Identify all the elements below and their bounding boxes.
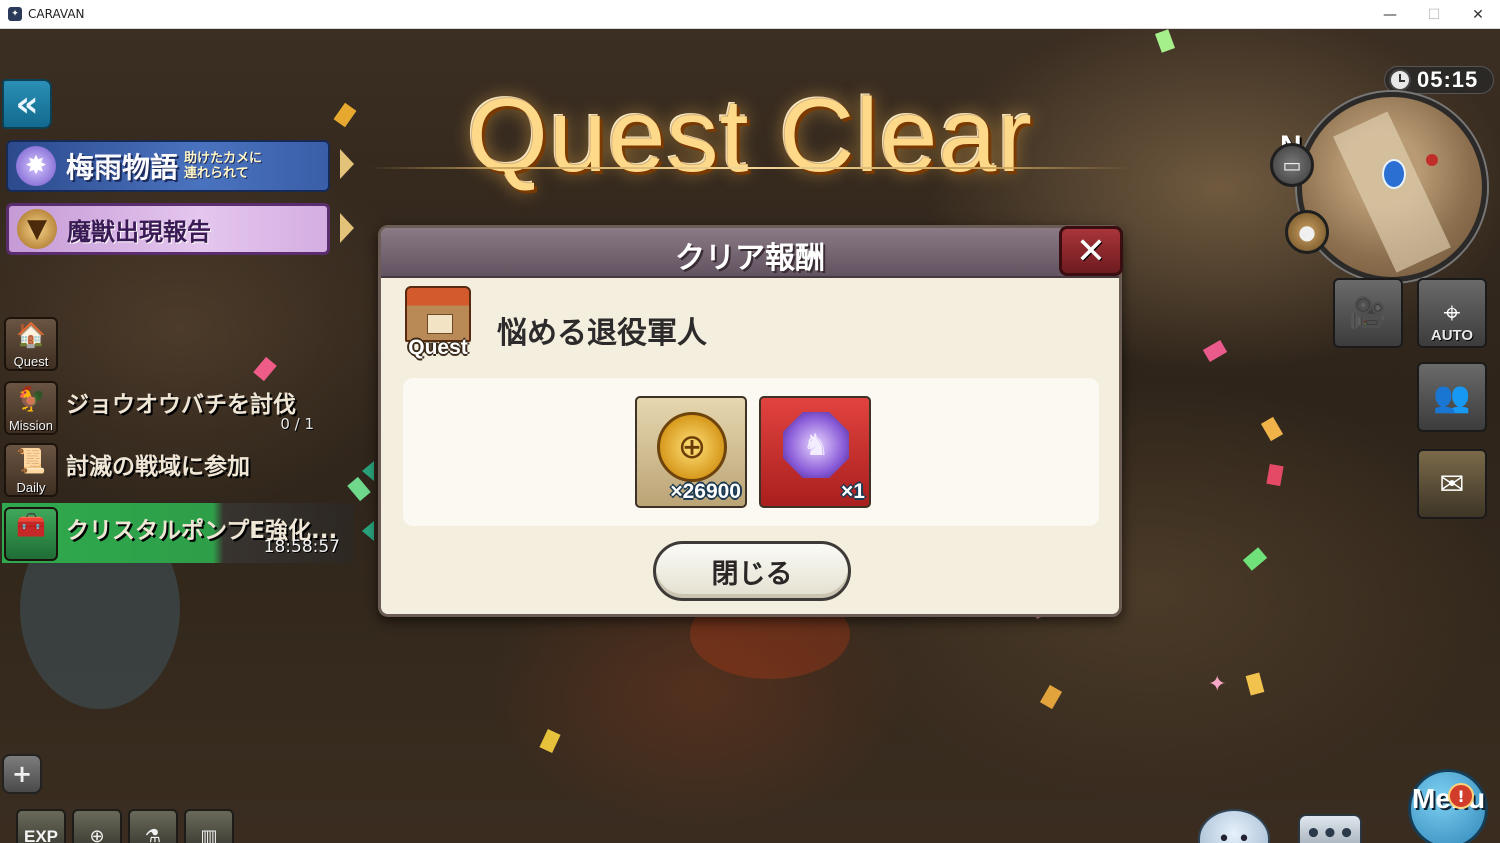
dialog-header: クリア報酬: [381, 228, 1119, 278]
character-button[interactable]: ●: [1285, 210, 1329, 254]
gold-coin-icon: ⊕: [657, 412, 727, 482]
map-toggle-button[interactable]: ▭: [1270, 143, 1314, 187]
chevron-right-icon[interactable]: [340, 213, 356, 243]
quest-row-daily[interactable]: 📜 Daily 討滅の戦域に参加: [2, 439, 354, 499]
quest-icon: 🏠 Quest: [4, 317, 58, 371]
daily-icon: 📜 Daily: [4, 443, 58, 497]
quest-marker-icon: [362, 521, 374, 541]
confetti-piece: [1260, 416, 1284, 442]
potion-icon: ⚗: [144, 826, 162, 843]
title-divider: [370, 167, 1130, 169]
minimap-road: [1333, 111, 1451, 273]
quest-progress: 0 / 1: [280, 415, 314, 433]
emote-button[interactable]: • •: [1198, 809, 1270, 843]
window-title: CARAVAN: [28, 7, 85, 21]
potion-button[interactable]: ⚗: [128, 809, 178, 843]
confetti-piece: [1242, 547, 1268, 571]
exp-label: EXP: [23, 827, 59, 843]
house-icon: 🏠: [16, 321, 46, 349]
quest-name: 悩める退役軍人: [497, 316, 707, 351]
quest-timer: 18:58:57: [263, 537, 340, 557]
house-icon: [405, 286, 471, 342]
confetti-piece: [539, 728, 561, 754]
game-viewport: ✦ ✦ ✦ « ✸ 梅雨物語 助けたカメに 連れられて ▼ 魔獣出現報告 🏠 Q…: [0, 29, 1500, 843]
fox-mask-icon: ▼: [17, 209, 57, 249]
chest-icon: 🧰: [4, 507, 58, 561]
bird-icon: 🐓: [16, 385, 46, 413]
reward-list: ⊕ ×26900 ♞ ×1: [403, 378, 1099, 526]
confetti-piece: [1155, 29, 1175, 53]
timer-text: 05:15: [1417, 67, 1479, 92]
confetti-piece: [1266, 463, 1284, 487]
sparkle: ✦: [1208, 672, 1227, 697]
scroll-icon: 📜: [16, 447, 46, 475]
cage-icon: ▥: [200, 826, 218, 843]
crystal-icon: ♞: [783, 412, 849, 478]
confetti-piece: [1202, 339, 1228, 363]
exp-button[interactable]: EXP: [16, 809, 66, 843]
close-button[interactable]: 閉じる: [653, 541, 851, 601]
close-window-button[interactable]: ✕: [1456, 0, 1500, 29]
player-marker-icon: [1382, 159, 1406, 189]
quest-icon-label: Daily: [16, 480, 46, 495]
mail-party-button[interactable]: ✉: [1417, 449, 1487, 519]
add-button[interactable]: +: [2, 754, 42, 794]
confetti-piece: [1245, 672, 1265, 696]
treasure-icon: 🧰: [16, 511, 46, 539]
game-timer: 05:15: [1384, 66, 1494, 94]
quest-row-mission[interactable]: 🐓 Mission ジョウオウバチを討伐 0 / 1: [2, 377, 354, 437]
event-title: 魔獣出現報告: [67, 216, 211, 246]
quest-icon-label: Quest: [13, 354, 49, 369]
auto-label: AUTO: [1430, 327, 1474, 344]
window-controls: — ☐ ✕: [1368, 0, 1500, 29]
minimap[interactable]: [1297, 92, 1487, 282]
clock-icon: [1389, 69, 1411, 91]
maximize-button[interactable]: ☐: [1412, 0, 1456, 29]
window-titlebar: ✦ CARAVAN — ☐ ✕: [0, 0, 1500, 29]
quest-badge: Quest: [399, 286, 477, 366]
reward-quantity: ×26900: [670, 480, 741, 503]
quest-text: 討滅の戦域に参加: [66, 454, 250, 480]
party-button[interactable]: 👥: [1417, 362, 1487, 432]
quest-row-crystal-pump[interactable]: 🧰 クリスタルポンプE強化... 18:58:57: [2, 503, 354, 563]
confetti-piece: [1039, 684, 1063, 710]
quest-row-main[interactable]: 🏠 Quest: [2, 313, 354, 373]
dialog-title: クリア報酬: [675, 241, 825, 276]
reward-dialog: クリア報酬 ✕ Quest 悩める退役軍人 ⊕ ×26900 ♞ ×1 閉じる: [378, 225, 1123, 617]
dialog-close-button[interactable]: ✕: [1059, 226, 1123, 276]
cage-button[interactable]: ▥: [184, 809, 234, 843]
quest-marker-icon: [362, 461, 374, 481]
reward-quantity: ×1: [841, 480, 865, 503]
mission-icon: 🐓 Mission: [4, 381, 58, 435]
notification-badge: !: [1448, 783, 1474, 809]
caravan-app-icon: ✦: [8, 7, 22, 21]
chat-button[interactable]: •••: [1298, 814, 1362, 843]
purple-crystal-reward[interactable]: ♞ ×1: [759, 396, 871, 508]
quest-text: ジョウオウバチを討伐: [66, 392, 296, 418]
menu-button[interactable]: Menu !: [1392, 769, 1496, 843]
camera-button[interactable]: 🎥: [1333, 278, 1403, 348]
coin-icon: ⊕: [89, 826, 105, 843]
auto-button[interactable]: ⌖ AUTO: [1417, 278, 1487, 348]
event-banner-monster-report[interactable]: ▼ 魔獣出現報告: [6, 203, 330, 255]
auto-target-icon: ⌖: [1443, 295, 1461, 331]
gold-coin-reward[interactable]: ⊕ ×26900: [635, 396, 747, 508]
minimize-button[interactable]: —: [1368, 0, 1412, 29]
coin-button[interactable]: ⊕: [72, 809, 122, 843]
target-marker-icon: [1426, 154, 1438, 166]
quest-icon-label: Mission: [8, 418, 54, 433]
quest-badge-label: Quest: [408, 336, 468, 359]
